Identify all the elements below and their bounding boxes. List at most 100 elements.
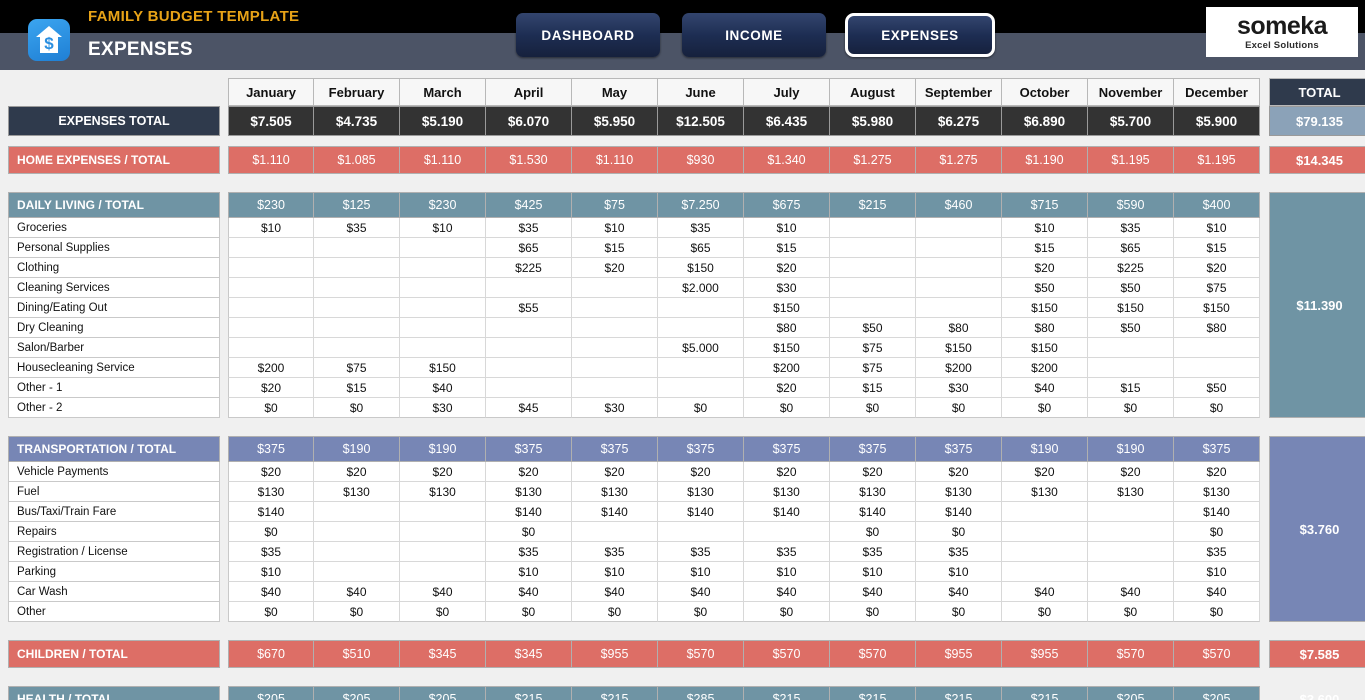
cell-august[interactable]: $20 (830, 462, 916, 482)
cell-april[interactable]: $0 (486, 602, 572, 622)
cell-april[interactable]: $40 (486, 582, 572, 602)
cell-june[interactable] (658, 522, 744, 542)
cell-december[interactable]: $20 (1174, 258, 1260, 278)
cell-september[interactable] (916, 278, 1002, 298)
cell-january[interactable] (228, 318, 314, 338)
cell-may[interactable] (572, 378, 658, 398)
cell-february[interactable]: $75 (314, 358, 400, 378)
cell-may[interactable] (572, 318, 658, 338)
cell-september[interactable]: $0 (916, 602, 1002, 622)
cell-january[interactable] (228, 238, 314, 258)
cell-december[interactable]: $0 (1174, 398, 1260, 418)
cell-may[interactable]: $40 (572, 582, 658, 602)
cell-july[interactable]: $20 (744, 258, 830, 278)
cell-november[interactable]: $35 (1088, 218, 1174, 238)
cell-june[interactable]: $65 (658, 238, 744, 258)
cell-march[interactable]: $40 (400, 378, 486, 398)
cell-january[interactable] (228, 298, 314, 318)
cell-september[interactable]: $35 (916, 542, 1002, 562)
cell-august[interactable]: $0 (830, 522, 916, 542)
cell-september[interactable]: $200 (916, 358, 1002, 378)
cell-july[interactable]: $0 (744, 398, 830, 418)
cell-december[interactable]: $75 (1174, 278, 1260, 298)
cell-january[interactable]: $40 (228, 582, 314, 602)
cell-december[interactable] (1174, 358, 1260, 378)
nav-button-expenses[interactable]: EXPENSES (845, 13, 995, 57)
cell-may[interactable] (572, 278, 658, 298)
cell-june[interactable]: $2.000 (658, 278, 744, 298)
cell-march[interactable] (400, 502, 486, 522)
cell-november[interactable]: $130 (1088, 482, 1174, 502)
cell-january[interactable]: $140 (228, 502, 314, 522)
cell-april[interactable] (486, 358, 572, 378)
cell-june[interactable] (658, 378, 744, 398)
cell-november[interactable]: $0 (1088, 602, 1174, 622)
cell-december[interactable]: $140 (1174, 502, 1260, 522)
cell-december[interactable]: $10 (1174, 218, 1260, 238)
cell-june[interactable] (658, 318, 744, 338)
cell-march[interactable] (400, 338, 486, 358)
cell-september[interactable] (916, 238, 1002, 258)
cell-january[interactable]: $200 (228, 358, 314, 378)
cell-april[interactable] (486, 318, 572, 338)
section-label-transportation[interactable]: TRANSPORTATION / TOTAL (8, 436, 220, 462)
cell-october[interactable]: $0 (1002, 602, 1088, 622)
section-label-daily-living[interactable]: DAILY LIVING / TOTAL (8, 192, 220, 218)
cell-september[interactable]: $30 (916, 378, 1002, 398)
cell-may[interactable] (572, 338, 658, 358)
cell-november[interactable]: $65 (1088, 238, 1174, 258)
cell-november[interactable] (1088, 358, 1174, 378)
cell-march[interactable] (400, 278, 486, 298)
cell-february[interactable] (314, 298, 400, 318)
cell-august[interactable]: $40 (830, 582, 916, 602)
cell-december[interactable]: $10 (1174, 562, 1260, 582)
cell-april[interactable]: $225 (486, 258, 572, 278)
cell-june[interactable]: $150 (658, 258, 744, 278)
cell-june[interactable]: $20 (658, 462, 744, 482)
cell-january[interactable] (228, 338, 314, 358)
cell-march[interactable]: $0 (400, 602, 486, 622)
cell-june[interactable]: $130 (658, 482, 744, 502)
cell-november[interactable] (1088, 542, 1174, 562)
cell-april[interactable]: $35 (486, 542, 572, 562)
cell-august[interactable]: $75 (830, 338, 916, 358)
cell-june[interactable] (658, 298, 744, 318)
cell-february[interactable]: $40 (314, 582, 400, 602)
cell-october[interactable]: $130 (1002, 482, 1088, 502)
cell-may[interactable]: $35 (572, 542, 658, 562)
cell-february[interactable] (314, 318, 400, 338)
cell-december[interactable]: $0 (1174, 522, 1260, 542)
cell-november[interactable] (1088, 338, 1174, 358)
cell-february[interactable] (314, 238, 400, 258)
cell-january[interactable]: $20 (228, 378, 314, 398)
cell-january[interactable]: $10 (228, 218, 314, 238)
cell-august[interactable]: $0 (830, 602, 916, 622)
cell-august[interactable] (830, 298, 916, 318)
cell-october[interactable]: $10 (1002, 218, 1088, 238)
cell-december[interactable]: $50 (1174, 378, 1260, 398)
cell-february[interactable] (314, 258, 400, 278)
cell-may[interactable]: $130 (572, 482, 658, 502)
cell-april[interactable]: $10 (486, 562, 572, 582)
cell-september[interactable] (916, 258, 1002, 278)
cell-march[interactable] (400, 318, 486, 338)
cell-may[interactable]: $20 (572, 462, 658, 482)
cell-june[interactable]: $35 (658, 218, 744, 238)
cell-june[interactable]: $40 (658, 582, 744, 602)
cell-february[interactable] (314, 338, 400, 358)
cell-august[interactable] (830, 218, 916, 238)
cell-january[interactable] (228, 278, 314, 298)
cell-june[interactable]: $0 (658, 602, 744, 622)
cell-july[interactable]: $30 (744, 278, 830, 298)
cell-july[interactable]: $10 (744, 562, 830, 582)
cell-september[interactable] (916, 218, 1002, 238)
cell-february[interactable] (314, 522, 400, 542)
cell-october[interactable]: $150 (1002, 338, 1088, 358)
cell-june[interactable]: $5.000 (658, 338, 744, 358)
cell-november[interactable]: $15 (1088, 378, 1174, 398)
cell-july[interactable]: $10 (744, 218, 830, 238)
cell-may[interactable]: $30 (572, 398, 658, 418)
cell-march[interactable] (400, 238, 486, 258)
cell-july[interactable]: $40 (744, 582, 830, 602)
cell-october[interactable]: $150 (1002, 298, 1088, 318)
